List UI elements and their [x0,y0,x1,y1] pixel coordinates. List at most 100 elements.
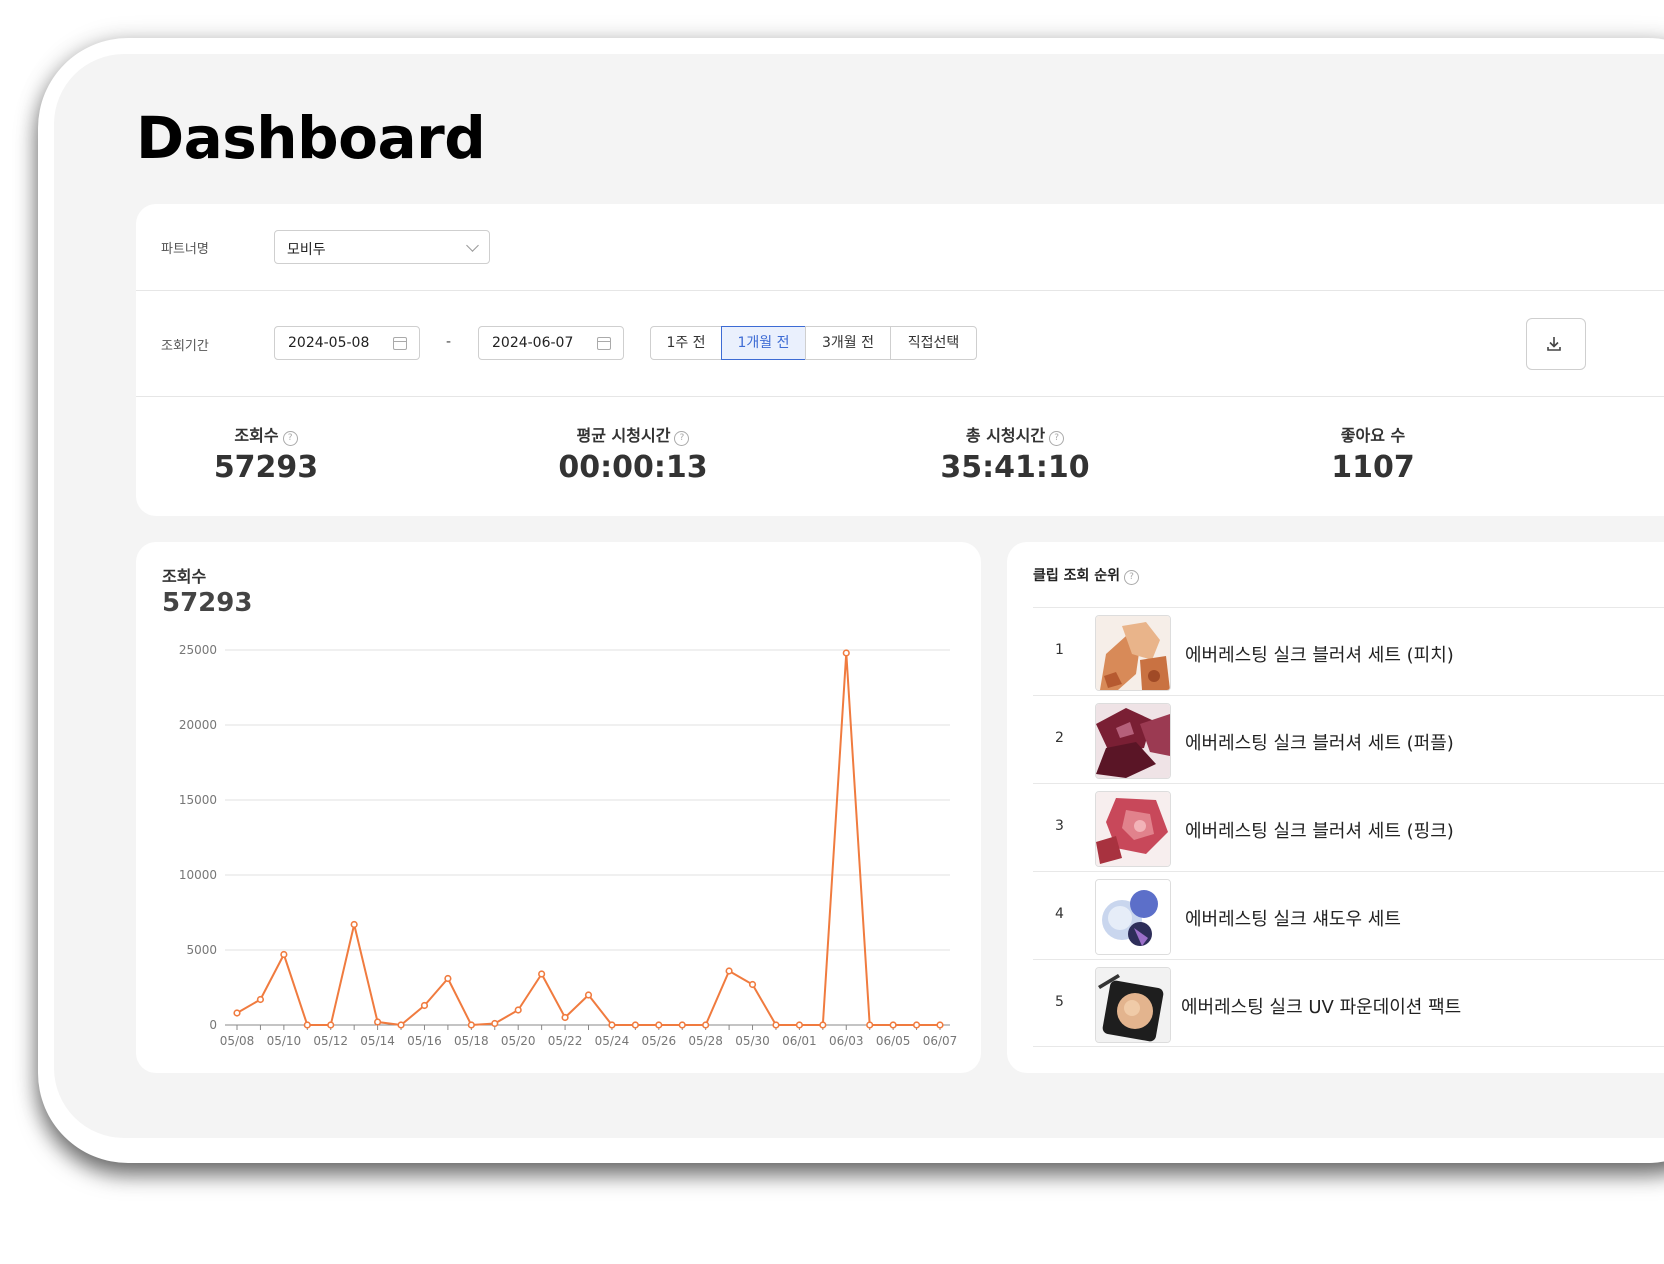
divider [136,396,1664,397]
date-separator: - [446,334,452,350]
x-tick-label: 05/08 [220,1034,255,1048]
range-1-month-button[interactable]: 1개월 전 [721,326,806,360]
data-point [467,1021,475,1029]
data-point [584,991,593,999]
stat-views-value: 57293 [213,450,319,485]
data-point [420,1001,429,1010]
range-custom-button[interactable]: 직접선택 [890,326,977,360]
data-point [374,1018,382,1026]
x-tick-label: 05/30 [735,1034,770,1048]
data-point [491,1019,499,1028]
x-tick-label: 05/20 [501,1034,536,1048]
product-name: 에버레스팅 실크 블러셔 세트 (퍼플) [1185,733,1454,754]
product-name: 에버레스팅 실크 블러셔 세트 (피치) [1185,645,1454,666]
data-point [772,1021,780,1029]
rank-number: 4 [1055,906,1064,922]
stat-total-watch-value: 35:41:10 [940,450,1090,485]
data-point [725,967,733,975]
partner-select[interactable]: 모비두 [274,230,490,264]
data-point [889,1021,897,1029]
stat-views-label: 조회수 [234,426,279,445]
ranking-title: 클립 조회 순위 [1033,568,1121,584]
y-tick-label: 15000 [179,793,217,807]
end-date-input[interactable]: 2024-06-07 [478,326,624,360]
data-point [327,1021,335,1029]
rank-number: 5 [1055,994,1064,1010]
x-tick-label: 05/24 [595,1034,630,1048]
data-point [514,1006,522,1014]
ranking-row[interactable]: 1 에버레스팅 실크 블러셔 세트 (피치) [1033,607,1664,695]
series-line [236,652,940,1026]
x-tick-label: 06/07 [923,1034,958,1048]
ranking-row[interactable]: 5 에버레스팅 실크 UV 파운데이션 팩트 [1033,959,1664,1047]
stat-likes-label: 좋아요 수 [1340,426,1406,445]
download-icon [1547,337,1561,351]
divider [136,290,1664,291]
x-tick-label: 05/10 [267,1034,302,1048]
download-button[interactable] [1526,318,1586,370]
calendar-icon[interactable] [597,337,611,350]
help-circle-icon[interactable]: ? [282,431,298,446]
stat-total-watch-time: 총 시청시간? 35:41:10 [915,422,1115,485]
product-thumbnail [1095,615,1171,691]
y-tick-label: 10000 [179,868,217,882]
product-thumbnail [1095,967,1171,1043]
data-point [256,995,265,1004]
x-tick-label: 05/14 [360,1034,395,1048]
data-point [303,1021,311,1029]
start-date-input[interactable]: 2024-05-08 [274,326,420,360]
range-3-month-button[interactable]: 3개월 전 [805,326,891,360]
period-label: 조회기간 [161,339,209,354]
data-point [397,1021,405,1029]
data-point [233,1009,241,1017]
data-point [936,1021,944,1029]
data-point [819,1021,827,1029]
x-tick-label: 05/26 [642,1034,677,1048]
start-date-value: 2024-05-08 [288,335,370,351]
help-circle-icon[interactable]: ? [674,431,690,446]
partner-value: 모비두 [287,242,326,258]
data-point [678,1021,686,1029]
stat-avg-watch-value: 00:00:13 [558,450,708,485]
x-tick-label: 05/16 [407,1034,442,1048]
end-date-value: 2024-06-07 [492,335,574,351]
partner-label: 파트너명 [161,242,209,257]
rank-number: 3 [1055,818,1064,834]
data-point [350,920,358,929]
ranking-row[interactable]: 4 에버레스팅 실크 섀도우 세트 [1033,871,1664,959]
views-line-chart: 0 5000 10000 15000 20000 25000 05/08 05/10 05/12… [179,643,958,1048]
stat-avg-watch-label: 평균 시청시간 [576,426,671,445]
help-circle-icon[interactable]: ? [1049,431,1065,446]
data-point [561,1013,569,1022]
range-1-week-button[interactable]: 1주 전 [650,326,722,360]
data-point [631,1021,639,1029]
x-tick-label: 05/28 [688,1034,723,1048]
y-tick-label: 20000 [179,718,217,732]
page-title: Dashboard [136,104,486,172]
x-tick-label: 06/01 [782,1034,817,1048]
stat-likes-value: 1107 [1331,450,1415,485]
product-thumbnail [1095,879,1171,955]
product-name: 에버레스팅 실크 블러셔 세트 (핑크) [1185,821,1454,842]
product-name: 에버레스팅 실크 UV 파운데이션 팩트 [1181,997,1462,1018]
data-point [748,980,757,989]
rank-number: 2 [1055,730,1064,746]
data-point [608,1021,616,1029]
x-tick-label: 06/05 [876,1034,911,1048]
x-tick-label: 05/12 [313,1034,348,1048]
x-tick-label: 05/22 [548,1034,583,1048]
data-point [842,649,850,657]
ranking-row[interactable]: 3 에버레스팅 실크 블러셔 세트 (핑크) [1033,783,1664,871]
data-point [912,1021,921,1029]
chart-total: 57293 [162,588,253,618]
data-point [702,1021,710,1029]
calendar-icon[interactable] [393,337,407,350]
data-point [866,1021,874,1029]
y-tick-label: 25000 [179,643,217,657]
stat-total-watch-label: 총 시청시간 [965,426,1046,445]
ranking-row[interactable]: 2 에버레스팅 실크 블러셔 세트 (퍼플) [1033,695,1664,783]
rank-number: 1 [1055,642,1064,658]
help-circle-icon[interactable]: ? [1124,570,1140,585]
data-point [538,970,546,978]
chart-title: 조회수 [162,567,207,586]
